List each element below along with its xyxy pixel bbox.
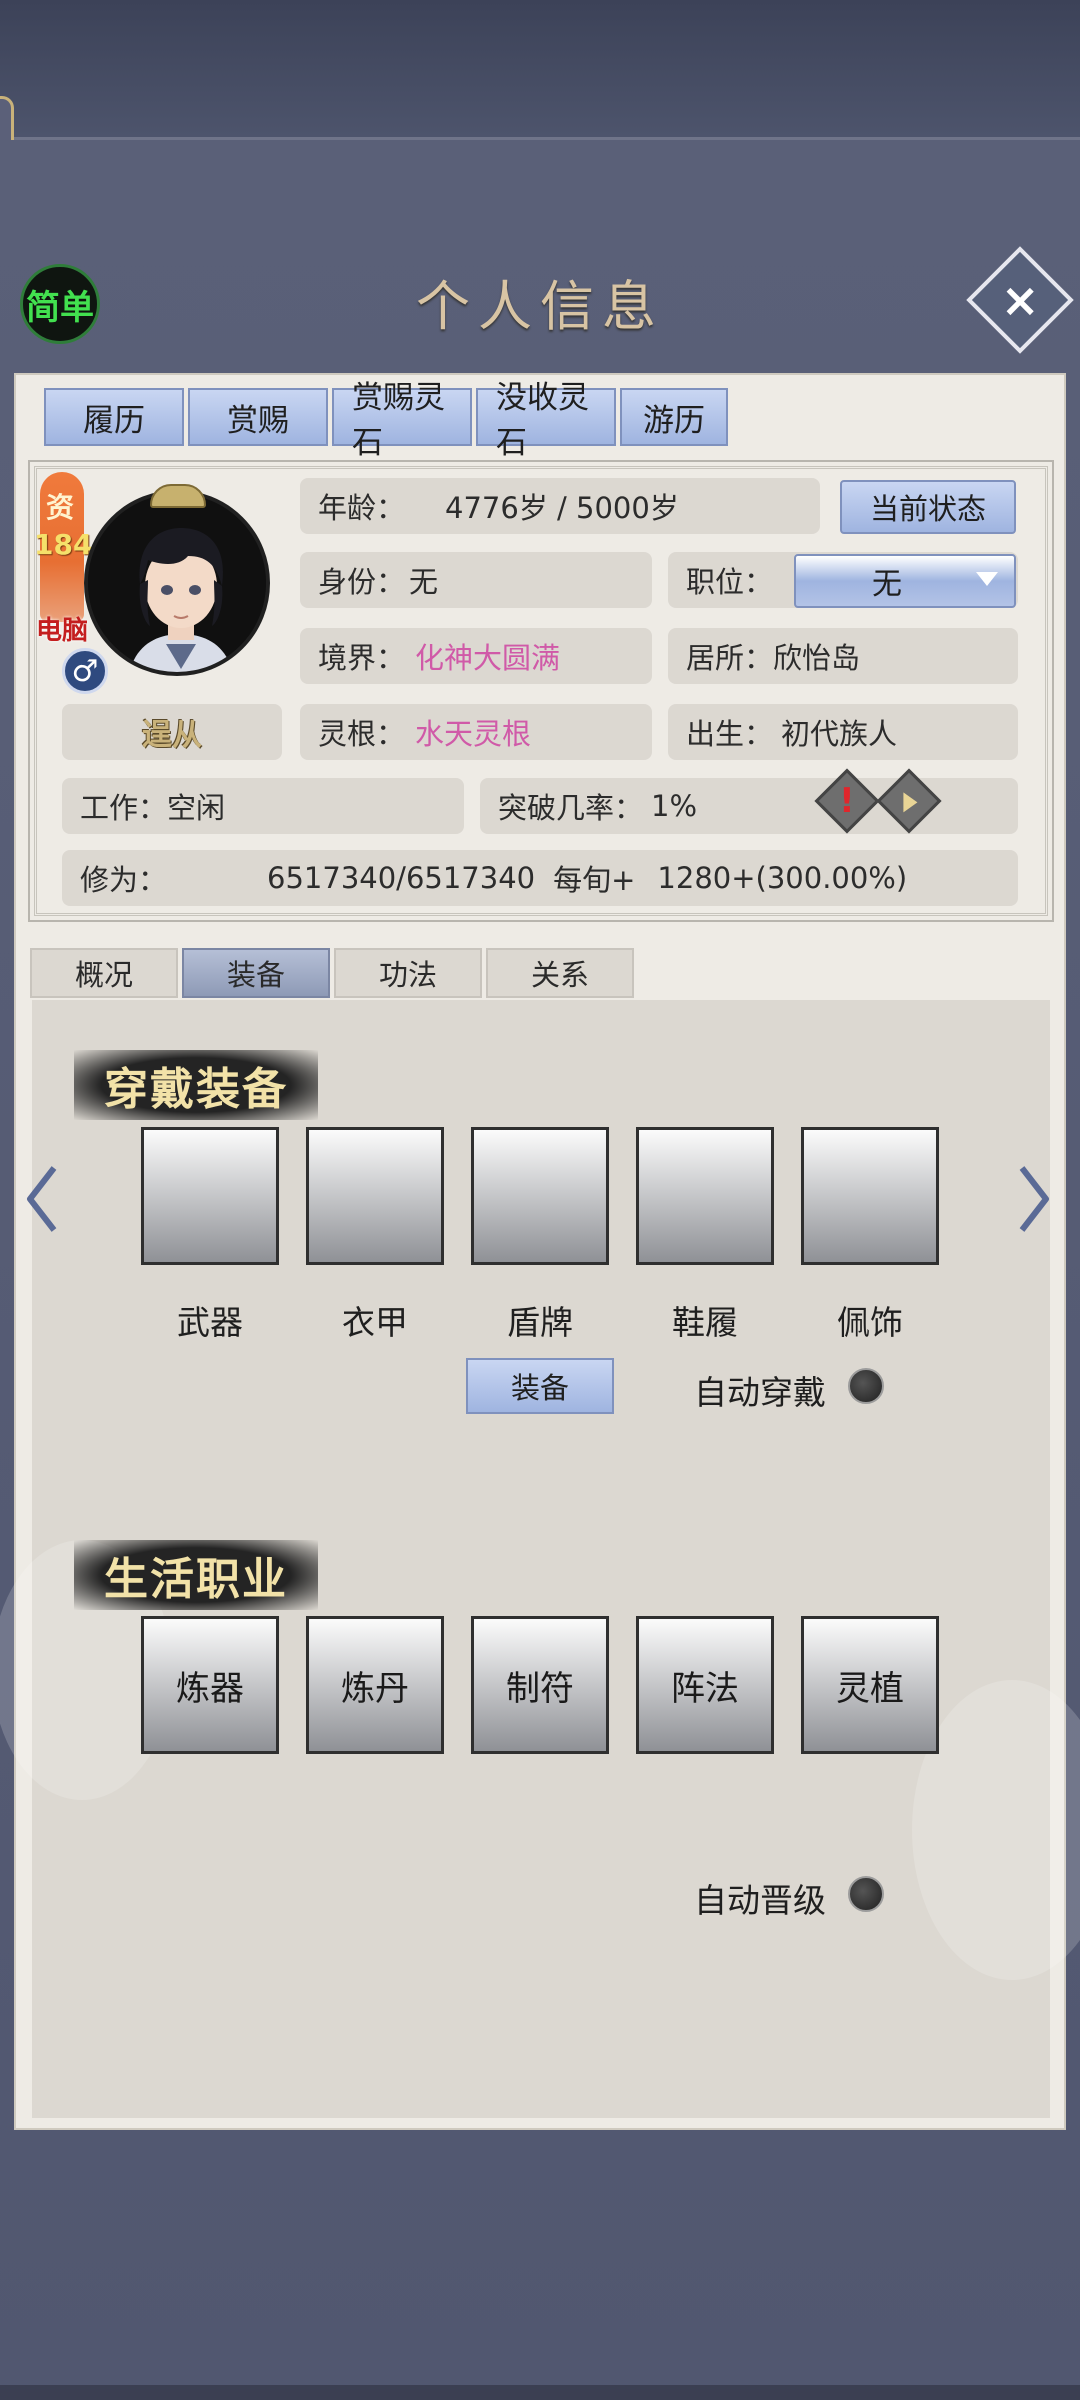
job-label: 灵植 — [836, 1668, 904, 1709]
equip-slot-accessory[interactable] — [801, 1127, 939, 1265]
birth-value: 初代族人 — [781, 717, 898, 751]
headpiece-icon — [150, 484, 206, 508]
aptitude-value: 184 — [34, 528, 93, 561]
chevron-right-icon[interactable] — [1018, 1164, 1052, 1234]
equip-label-weapon: 武器 — [177, 1303, 243, 1342]
page-title: 个人信息 — [416, 275, 664, 338]
breakthrough-value: 1% — [651, 789, 698, 823]
close-icon: × — [1000, 272, 1040, 327]
position-value: 无 — [872, 567, 902, 602]
birth-label: 出生： — [686, 717, 774, 751]
realm-label: 境界： — [318, 641, 406, 675]
tab-reward[interactable]: 赏赐 — [188, 388, 328, 446]
realm-value: 化神大圆满 — [415, 641, 561, 675]
cultivation-value: 6517340/6517340 — [267, 861, 536, 895]
per-turn-value: 1280+(300.00%) — [657, 861, 908, 895]
equip-slot-boots[interactable] — [636, 1127, 774, 1265]
auto-upgrade-toggle[interactable] — [848, 1876, 884, 1912]
spirit-root-value: 水天灵根 — [415, 717, 532, 751]
residence-value: 欣怡岛 — [773, 641, 861, 675]
tab-history[interactable]: 履历 — [44, 388, 184, 446]
spirit-root-field: 灵根： 水天灵根 — [300, 704, 652, 760]
aptitude-char: 资 — [46, 491, 75, 524]
bottom-bar — [0, 2385, 1080, 2400]
work-label: 工作： — [80, 791, 168, 825]
chevron-down-icon — [976, 572, 998, 586]
section-title-life-jobs: 生活职业 — [74, 1540, 318, 1610]
residence-label: 居所： — [686, 641, 774, 675]
job-slot-planting[interactable]: 灵植 — [801, 1616, 939, 1754]
spirit-root-label: 灵根： — [318, 717, 406, 751]
top-tab-bar: 履历 赏赐 赏赐灵石 没收灵石 游历 — [44, 380, 728, 461]
work-field: 工作： 空闲 — [62, 778, 464, 834]
section-title-equipment: 穿戴装备 — [74, 1050, 318, 1120]
work-value: 空闲 — [167, 791, 226, 825]
follower-button[interactable]: 逞从 — [62, 704, 282, 760]
tab-relations[interactable]: 关系 — [486, 948, 634, 998]
auto-upgrade-label: 自动晋级 — [694, 1881, 826, 1920]
equip-slot-shield[interactable] — [471, 1127, 609, 1265]
position-select[interactable]: 无 — [794, 554, 1016, 608]
auto-wear-toggle[interactable] — [848, 1368, 884, 1404]
equip-slot-weapon[interactable] — [141, 1127, 279, 1265]
job-label: 炼器 — [176, 1668, 244, 1709]
age-value: 4776岁 / 5000岁 — [445, 491, 679, 525]
residence-field: 居所： 欣怡岛 — [668, 628, 1018, 684]
job-slot-alchemy[interactable]: 炼丹 — [306, 1616, 444, 1754]
tab-overview[interactable]: 概况 — [30, 948, 178, 998]
controller-tag: 电脑 — [36, 616, 89, 646]
tab-reward-spirit-stone[interactable]: 赏赐灵石 — [332, 380, 472, 461]
breakthrough-label: 突破几率： — [498, 791, 644, 825]
realm-field: 境界： 化神大圆满 — [300, 628, 652, 684]
tab-equipment[interactable]: 装备 — [182, 948, 330, 998]
per-turn-label: 每旬+ — [553, 863, 636, 897]
equip-button[interactable]: 装备 — [466, 1358, 614, 1414]
tab-techniques[interactable]: 功法 — [334, 948, 482, 998]
breakthrough-field: 突破几率： 1% — [480, 778, 1018, 834]
birth-field: 出生： 初代族人 — [668, 704, 1018, 760]
equip-slot-armor[interactable] — [306, 1127, 444, 1265]
cultivation-label: 修为： — [80, 863, 168, 897]
age-label: 年龄： — [318, 491, 406, 525]
identity-label: 身份： — [318, 565, 406, 599]
cultivation-field: 修为： 6517340/6517340 每旬+ 1280+(300.00%) — [62, 850, 1018, 906]
position-label: 职位： — [686, 565, 774, 599]
chevron-left-icon[interactable] — [24, 1164, 58, 1234]
equip-label-shield: 盾牌 — [507, 1303, 573, 1342]
tab-travel[interactable]: 游历 — [620, 388, 728, 446]
job-label: 阵法 — [671, 1668, 739, 1709]
auto-wear-label: 自动穿戴 — [694, 1373, 826, 1412]
job-slot-forging[interactable]: 炼器 — [141, 1616, 279, 1754]
current-state-button[interactable]: 当前状态 — [840, 480, 1016, 534]
tab-confiscate-spirit-stone[interactable]: 没收灵石 — [476, 380, 616, 461]
equip-label-accessory: 佩饰 — [837, 1303, 903, 1342]
age-field: 年龄： 4776岁 / 5000岁 — [300, 478, 820, 534]
male-icon: ♂ — [62, 648, 108, 694]
avatar[interactable] — [84, 490, 270, 676]
avatar-portrait — [88, 494, 266, 672]
equip-label-boots: 鞋履 — [672, 1303, 738, 1342]
identity-value: 无 — [409, 565, 439, 599]
equip-label-armor: 衣甲 — [342, 1303, 408, 1342]
top-bar — [0, 0, 1080, 140]
job-label: 炼丹 — [341, 1668, 409, 1709]
detail-tab-bar: 概况 装备 功法 关系 — [30, 948, 634, 998]
job-slot-formation[interactable]: 阵法 — [636, 1616, 774, 1754]
job-label: 制符 — [506, 1668, 574, 1709]
job-slot-talisman[interactable]: 制符 — [471, 1616, 609, 1754]
identity-field: 身份： 无 — [300, 552, 652, 608]
